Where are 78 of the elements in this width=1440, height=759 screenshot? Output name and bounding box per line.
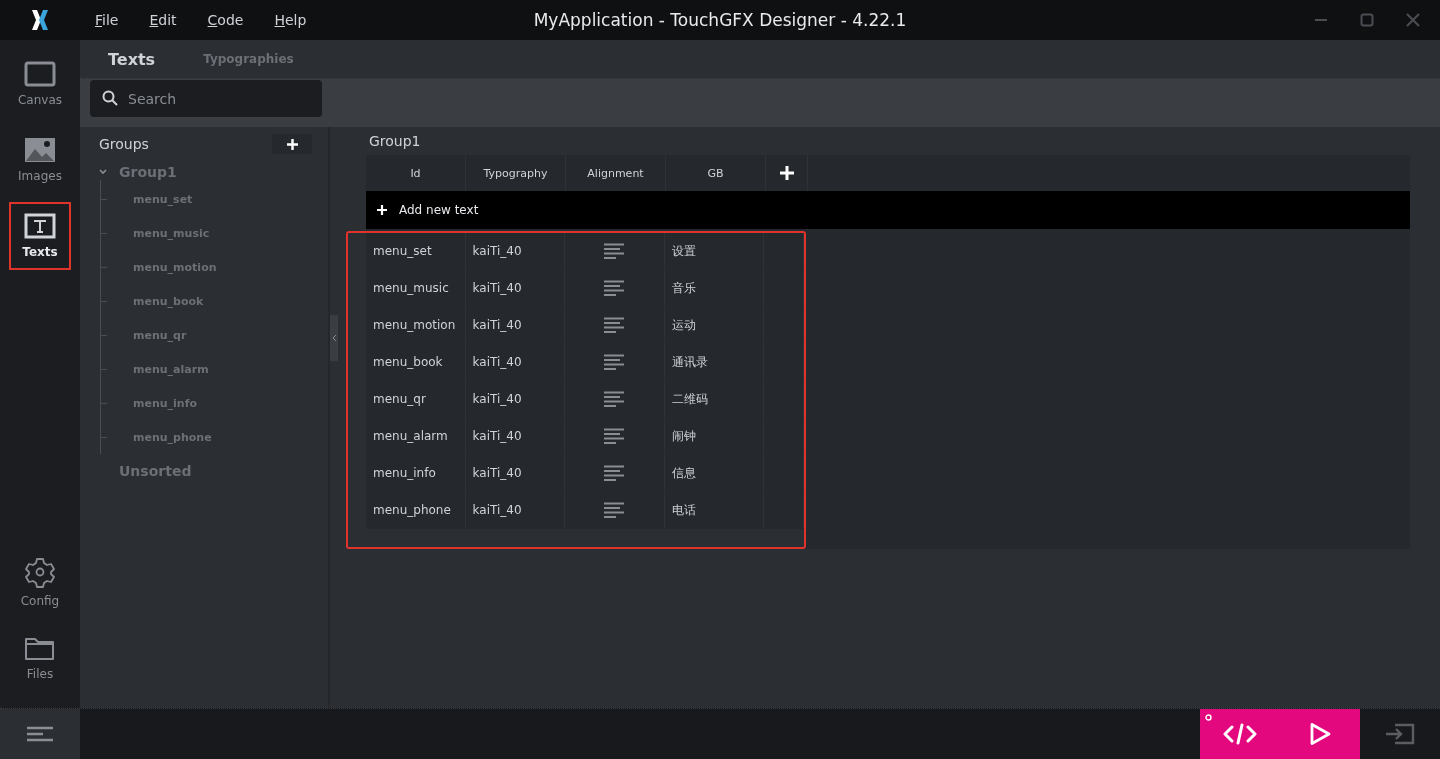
text-id-item[interactable]: menu_motion [133, 260, 217, 274]
menu-button[interactable] [0, 709, 80, 759]
table-cell: 音乐 [664, 270, 765, 306]
align-left-icon [604, 502, 625, 518]
chevron-down-icon [99, 169, 107, 175]
table-cell: 二维码 [664, 381, 765, 417]
text-id-item[interactable]: menu_phone [133, 430, 212, 444]
table-cell: kaiTi_40 [465, 492, 566, 528]
table-cell: kaiTi_40 [465, 344, 566, 380]
table-cell: kaiTi_40 [465, 381, 566, 417]
plus-icon [286, 138, 298, 150]
plus-icon [779, 166, 794, 180]
settings-icon [24, 556, 56, 588]
table-cell: kaiTi_40 [465, 233, 566, 269]
search-field[interactable]: Search [90, 80, 322, 117]
text-id-item[interactable]: menu_info [133, 396, 198, 410]
search-icon [102, 90, 118, 106]
table-cell: 运动 [664, 307, 765, 343]
text-id-item[interactable]: menu_music [133, 226, 210, 240]
screen-icon [24, 61, 56, 87]
align-left-icon [604, 428, 625, 444]
menu-item[interactable]: Help [267, 12, 317, 28]
table-cell: menu_music [366, 270, 466, 306]
code-icon [1223, 723, 1257, 745]
add-group-button[interactable] [272, 134, 312, 154]
files-nav-button[interactable]: Files [9, 624, 71, 692]
table-cell: kaiTi_40 [465, 455, 566, 491]
table-cell: kaiTi_40 [465, 307, 566, 343]
menu-item[interactable]: Code [200, 12, 254, 28]
align-left-icon [604, 465, 625, 481]
menu-item[interactable]: File [88, 12, 129, 28]
table-cell: 电话 [664, 492, 765, 528]
table-cell: 通讯录 [664, 344, 765, 380]
table-cell: 闹钟 [664, 418, 765, 454]
table-cell: menu_phone [366, 492, 466, 528]
tab[interactable]: Texts [96, 49, 168, 69]
table-cell: menu_motion [366, 307, 466, 343]
table-cell: 信息 [664, 455, 765, 491]
text-id-item[interactable]: menu_set [133, 192, 193, 206]
table-cell: kaiTi_40 [465, 418, 566, 454]
group-item[interactable]: Unsorted [99, 463, 192, 479]
images-nav-button[interactable]: Images [9, 126, 71, 194]
group-title: Group1 [369, 133, 422, 151]
table-cell: menu_alarm [366, 418, 466, 454]
text-id-item[interactable]: menu_alarm [133, 362, 209, 376]
align-left-icon [604, 243, 625, 259]
add-new-text-button[interactable]: Add new text [366, 191, 1410, 229]
maximize-icon [1360, 13, 1374, 27]
texts-nav-button[interactable]: Texts [9, 202, 71, 270]
status-ring-icon [1205, 714, 1212, 721]
table-cell: 设置 [664, 233, 765, 269]
menu-icon [27, 726, 53, 742]
groups-heading: Groups [99, 136, 149, 152]
close-icon [1406, 13, 1420, 27]
align-left-icon [604, 391, 625, 407]
text-icon [24, 213, 56, 239]
align-left-icon [604, 280, 625, 296]
folder-icon [24, 635, 56, 661]
group-item[interactable]: Group1 [99, 164, 177, 180]
collapse-handle[interactable] [330, 314, 338, 361]
window-title: MyApplication - TouchGFX Designer - 4.22.1 [533, 10, 907, 30]
align-left-icon [604, 317, 625, 333]
plus-icon [377, 205, 387, 215]
canvas-nav-button[interactable]: Canvas [9, 50, 71, 118]
text-id-item[interactable]: menu_qr [133, 328, 187, 342]
table-cell: menu_info [366, 455, 466, 491]
tab[interactable]: Typographies [191, 52, 306, 66]
play-icon [1308, 722, 1332, 746]
text-id-item[interactable]: menu_book [133, 294, 204, 308]
table-cell: menu_set [366, 233, 466, 269]
picture-icon [24, 137, 56, 163]
config-nav-button[interactable]: Config [9, 548, 71, 616]
table-cell: menu_book [366, 344, 466, 380]
logo-icon [30, 8, 50, 32]
align-left-icon [604, 354, 625, 370]
table-cell: kaiTi_40 [465, 270, 566, 306]
table-cell: menu_qr [366, 381, 466, 417]
menu-item[interactable]: Edit [142, 12, 187, 28]
